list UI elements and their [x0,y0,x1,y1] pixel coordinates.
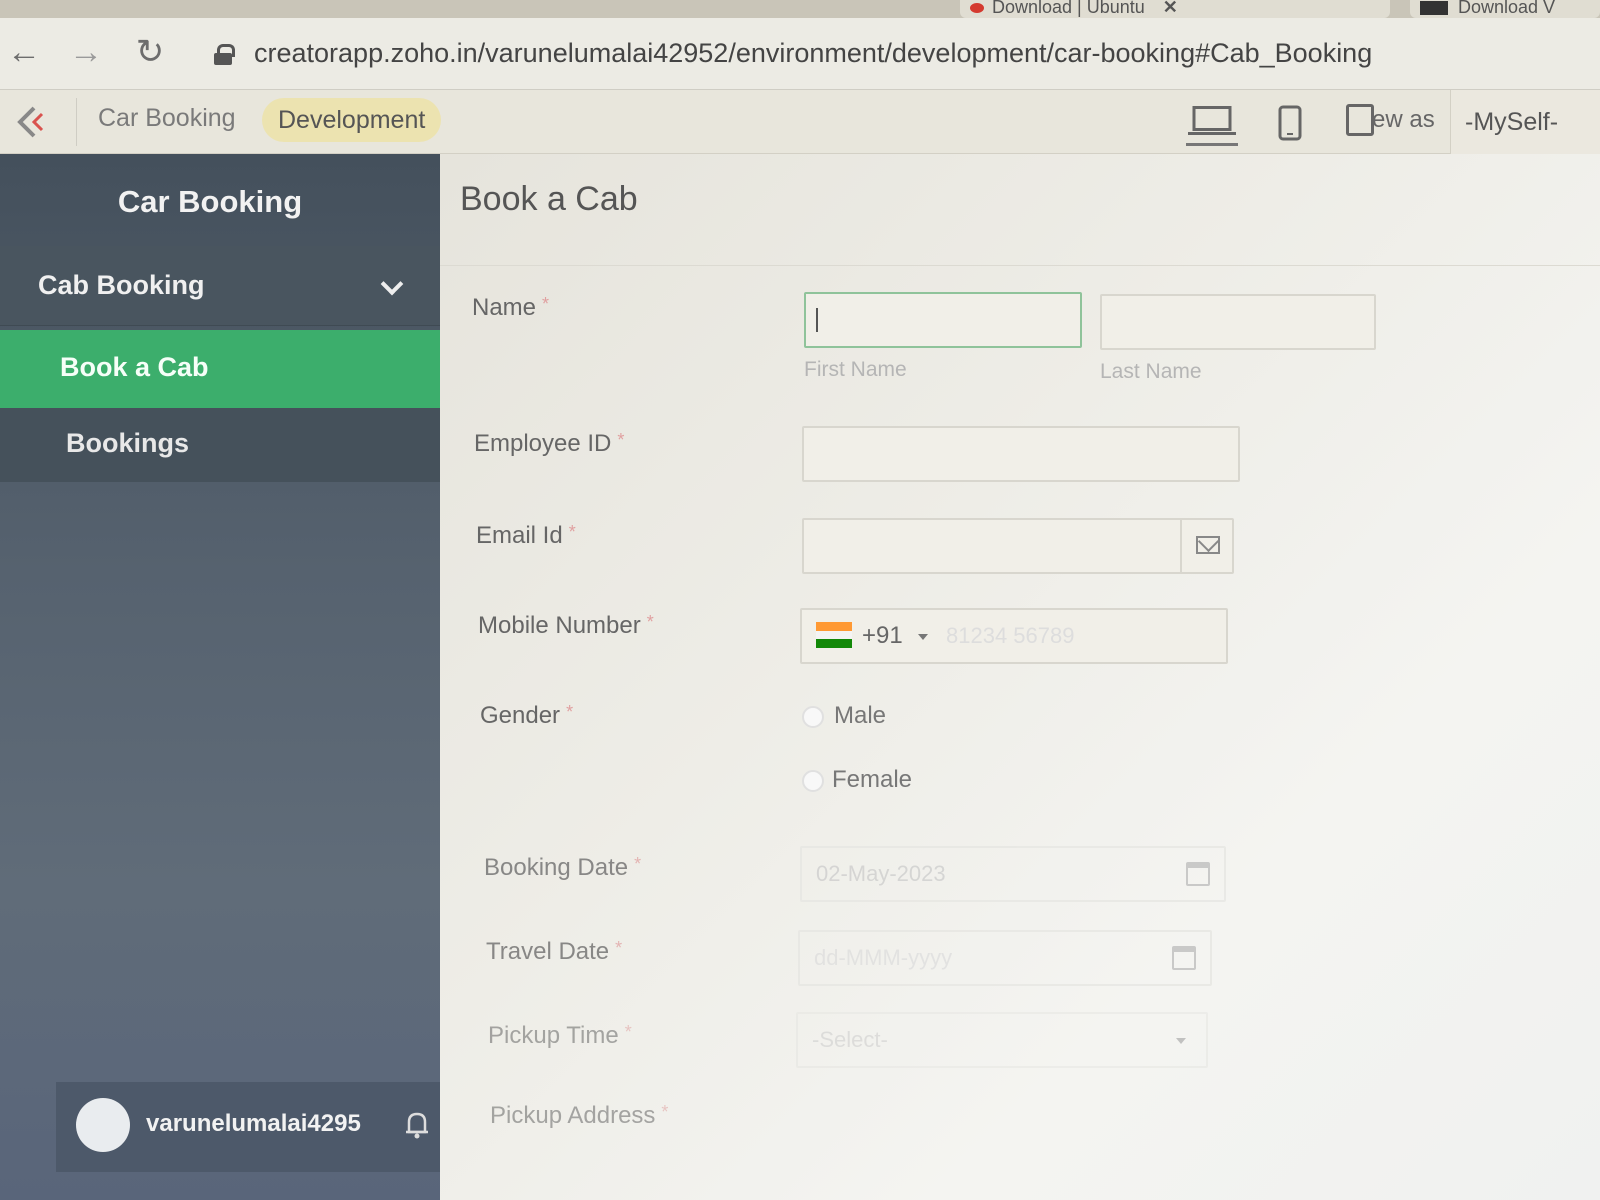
download-favicon-icon [1420,1,1448,16]
avatar[interactable] [76,1098,130,1152]
female-radio[interactable] [802,770,824,792]
mobile-placeholder: 81234 56789 [946,623,1075,648]
required-marker: * [568,522,576,542]
email-button[interactable] [1180,520,1232,572]
india-flag-icon[interactable] [816,622,852,648]
page-header: Book a Cab [440,154,1600,266]
ubuntu-favicon-icon [970,3,984,14]
lock-icon[interactable] [214,44,235,65]
sidebar-app-title: Car Booking [117,184,303,219]
name-label: Name * [472,294,550,321]
gender-label: Gender * [480,702,574,729]
sidebar-item-bookings[interactable]: Bookings [0,408,440,482]
desktop-view-icon[interactable] [1186,100,1238,146]
travel-date-input[interactable]: dd-MMM-yyyy [798,930,1212,986]
mobile-label: Mobile Number * [478,612,654,639]
view-as-select[interactable]: -MySelf- [1450,90,1600,154]
booking-date-input[interactable]: 02-May-2023 [800,846,1226,902]
required-marker: * [646,612,654,632]
divider [76,98,77,146]
male-label[interactable]: Male [834,702,886,730]
mobile-input[interactable]: +91 81234 56789 [800,608,1228,664]
bell-icon[interactable] [404,1110,430,1140]
user-panel: varunelumalai4295 [56,1082,456,1172]
mobile-view-icon[interactable] [1278,100,1302,146]
zoho-creator-back-icon[interactable] [14,104,50,140]
sidebar-group-cab-booking[interactable]: Cab Booking [0,246,440,326]
pickup-address-label: Pickup Address * [490,1102,669,1129]
sidebar-group-label: Cab Booking [38,270,205,300]
browser-tabstrip: Download | Ubuntu ✕ Download V [0,0,1600,18]
required-marker: * [542,294,550,314]
last-name-sublabel: Last Name [1100,360,1202,383]
browser-toolbar: ← → ↻ creatorapp.zoho.in/varunelumalai42… [0,18,1600,90]
required-marker: * [615,938,623,958]
caret-down-icon[interactable] [1176,1038,1186,1044]
app-name-breadcrumb[interactable]: Car Booking [98,104,236,133]
reload-icon[interactable]: ↻ [128,30,172,74]
required-marker: * [661,1102,669,1122]
female-label[interactable]: Female [832,766,912,794]
employee-id-label: Employee ID * [474,430,625,457]
chevron-down-icon[interactable] [380,272,404,296]
email-label: Email Id * [476,522,576,549]
browser-tab-ubuntu[interactable]: Download | Ubuntu ✕ [960,0,1390,18]
browser-tab-download[interactable]: Download V [1410,0,1600,18]
environment-badge[interactable]: Development [262,98,442,142]
page-title: Book a Cab [460,180,638,218]
username[interactable]: varunelumalai4295 [146,1110,361,1138]
view-as-label[interactable]: ew as [1372,106,1435,134]
employee-id-input[interactable] [802,426,1240,482]
first-name-input[interactable] [804,292,1082,348]
pickup-time-label: Pickup Time * [488,1022,632,1049]
country-code[interactable]: +91 [862,610,903,662]
booking-date-label: Booking Date * [484,854,642,881]
calendar-icon[interactable] [1172,946,1196,970]
required-marker: * [634,854,642,874]
required-marker: * [624,1022,632,1042]
sidebar-item-label: Bookings [66,428,190,458]
sidebar: Car Booking Cab Booking Book a Cab Booki… [0,154,456,1200]
pickup-time-select[interactable]: -Select- [796,1012,1208,1068]
tab-label: Download V [1458,0,1556,17]
sidebar-item-book-a-cab[interactable]: Book a Cab [0,330,440,408]
envelope-icon [1196,536,1220,554]
last-name-input[interactable] [1100,294,1376,350]
required-marker: * [617,430,625,450]
caret-down-icon[interactable] [918,634,928,640]
form-panel: Book a Cab Name * First Name Last Name Em… [440,154,1600,1200]
sidebar-item-label: Book a Cab [60,352,209,382]
male-radio[interactable] [802,706,824,728]
tab-close-icon[interactable]: ✕ [1163,0,1178,17]
travel-date-label: Travel Date * [486,938,623,965]
address-bar[interactable]: creatorapp.zoho.in/varunelumalai42952/en… [254,38,1372,69]
calendar-icon[interactable] [1186,862,1210,886]
view-as-icon[interactable] [1346,104,1374,136]
email-input[interactable] [802,518,1234,574]
first-name-sublabel: First Name [804,358,907,381]
tab-label: Download | Ubuntu [992,0,1145,17]
app-header: Car Booking Development ew as -MySelf- [0,90,1600,154]
forward-arrow-icon[interactable]: → [64,30,108,74]
back-arrow-icon[interactable]: ← [2,30,46,74]
text-cursor [816,308,818,332]
required-marker: * [566,702,574,722]
